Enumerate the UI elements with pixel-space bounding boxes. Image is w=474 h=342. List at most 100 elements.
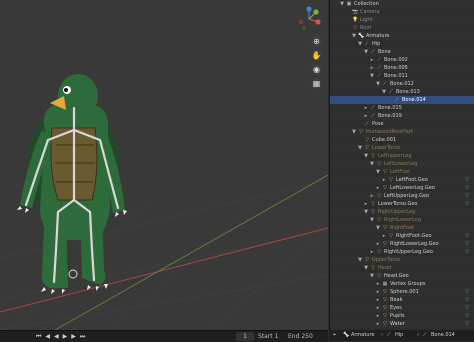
outliner-row[interactable]: ▸ ▽ RightFoot.Geo ▽ bbox=[330, 232, 474, 240]
expand-arrow-icon[interactable]: ▼ bbox=[357, 256, 363, 264]
outliner-row[interactable]: ▼ ▽ Head bbox=[330, 264, 474, 272]
modifier-icon[interactable]: ▽ bbox=[464, 233, 470, 239]
modifier-icon[interactable]: ▽ bbox=[464, 241, 470, 247]
outliner-row[interactable]: ▼ 🦴 Armature bbox=[330, 32, 474, 40]
outliner-row-selected[interactable]: ⟋ Bone.014 bbox=[330, 96, 474, 104]
grid-view-icon[interactable]: ▦ bbox=[311, 78, 322, 89]
expand-arrow-icon[interactable]: ▼ bbox=[375, 80, 381, 88]
outliner-row[interactable]: ▸ ⟋ Bone.019 bbox=[330, 112, 474, 120]
outliner-row[interactable]: ▸ ▽ LeftFoot.Geo ▽ bbox=[330, 176, 474, 184]
outliner-row[interactable]: ▼ ▽ LeftFoot bbox=[330, 168, 474, 176]
outliner-row[interactable]: ▼ ⟋ Bone bbox=[330, 48, 474, 56]
modifier-icon[interactable]: ▽ bbox=[464, 305, 470, 311]
status-hip[interactable]: Hip bbox=[395, 330, 403, 341]
expand-arrow-icon[interactable]: ▼ bbox=[375, 224, 381, 232]
expand-arrow-icon[interactable]: ▼ bbox=[357, 40, 363, 48]
outliner-panel[interactable]: ▼ ▣ Collection 📷 Camera 💡 Light ▽ Root ▼ 🦴 Armature… bbox=[329, 0, 474, 330]
outliner-row[interactable]: ▸ ▽ Sphere.001 ▽ bbox=[330, 288, 474, 296]
modifier-icon[interactable]: ▽ bbox=[464, 201, 470, 207]
expand-arrow-icon[interactable]: ▼ bbox=[375, 168, 381, 176]
outliner-row[interactable]: ⟋ Pose bbox=[330, 120, 474, 128]
outliner-row[interactable]: ▸ ▽ LeftLowerLeg.Geo ▽ bbox=[330, 184, 474, 192]
zoom-icon[interactable]: ⊕ bbox=[311, 36, 322, 47]
outliner-row[interactable]: ▸ ▽ Beak ▽ bbox=[330, 296, 474, 304]
outliner-row[interactable]: ▼ ▣ Collection bbox=[330, 0, 474, 8]
outliner-row[interactable]: 📷 Camera bbox=[330, 8, 474, 16]
outliner-row[interactable]: ▼ ▽ RightFoot bbox=[330, 224, 474, 232]
expand-arrow-icon[interactable]: ▼ bbox=[369, 216, 375, 224]
modifier-icon[interactable]: ▽ bbox=[464, 297, 470, 303]
outliner-row[interactable]: ▼ ▽ UpperTorso bbox=[330, 256, 474, 264]
expand-arrow-icon[interactable]: ▼ bbox=[363, 264, 369, 272]
expand-arrow-icon[interactable]: ▸ bbox=[369, 56, 375, 64]
outliner-row[interactable]: ▸ ▽ RightLowerLeg.Geo ▽ bbox=[330, 240, 474, 248]
outliner-row[interactable]: ▸ ▦ Vertex Groups bbox=[330, 280, 474, 288]
expand-arrow-icon[interactable]: ▼ bbox=[369, 272, 375, 280]
modifier-icon[interactable]: ▽ bbox=[464, 313, 470, 319]
expand-arrow-icon[interactable]: ▼ bbox=[339, 0, 345, 8]
modifier-icon[interactable]: ▽ bbox=[464, 321, 470, 327]
expand-arrow-icon[interactable]: ▸ bbox=[375, 288, 381, 296]
expand-arrow-icon[interactable]: ▸ bbox=[381, 176, 387, 184]
expand-arrow-icon[interactable]: ▸ bbox=[369, 248, 375, 256]
modifier-icon[interactable]: ▽ bbox=[464, 193, 470, 199]
expand-arrow-icon[interactable]: ▼ bbox=[369, 72, 375, 80]
expand-arrow-icon[interactable]: ▸ bbox=[369, 192, 375, 200]
play-reverse-icon[interactable]: ◀ bbox=[54, 331, 59, 342]
expand-arrow-icon[interactable]: ▼ bbox=[351, 32, 357, 40]
expand-arrow-icon[interactable]: ▸ bbox=[375, 320, 381, 328]
modifier-icon[interactable]: ▽ bbox=[464, 177, 470, 183]
camera-view-icon[interactable]: ◉ bbox=[311, 64, 322, 75]
expand-arrow-icon[interactable]: ▸ bbox=[363, 112, 369, 120]
outliner-row[interactable]: ▼ ▽ RightUpperLeg bbox=[330, 208, 474, 216]
outliner-row[interactable]: ▸ ▽ LowerTorso.Geo ▽ bbox=[330, 200, 474, 208]
expand-arrow-icon[interactable]: ▸ bbox=[369, 64, 375, 72]
outliner-row[interactable]: ▼ ▽ HumanoidRootPart bbox=[330, 128, 474, 136]
outliner-row[interactable]: ▼ ⟋ Hip bbox=[330, 40, 474, 48]
outliner-row[interactable]: ▼ ▽ RightLowerLeg bbox=[330, 216, 474, 224]
modifier-icon[interactable]: ▽ bbox=[464, 185, 470, 191]
outliner-row[interactable]: ▸ ▽ Pupils ▽ bbox=[330, 312, 474, 320]
expand-arrow-icon[interactable]: ▼ bbox=[351, 128, 357, 136]
expand-arrow-icon[interactable]: ▸ bbox=[375, 312, 381, 320]
jump-end-icon[interactable]: ⏭ bbox=[80, 331, 85, 342]
outliner-row[interactable]: ▸ ▽ Eyes ▽ bbox=[330, 304, 474, 312]
outliner-row[interactable]: ▼ ▽ Head.Geo bbox=[330, 272, 474, 280]
modifier-icon[interactable]: ▽ bbox=[464, 289, 470, 295]
outliner-row[interactable]: ▽ Root bbox=[330, 24, 474, 32]
outliner-row[interactable]: ▼ ⟋ Bone.012 bbox=[330, 80, 474, 88]
outliner-row[interactable]: ▸ ▽ RightUpperLeg.Geo ▽ bbox=[330, 248, 474, 256]
expand-arrow-icon[interactable]: ▸ bbox=[381, 232, 387, 240]
outliner-row[interactable]: ▼ ▽ LeftUpperLeg bbox=[330, 152, 474, 160]
play-icon[interactable]: ▶ bbox=[63, 331, 68, 342]
expand-arrow-icon[interactable]: ▸ bbox=[375, 304, 381, 312]
pan-hand-icon[interactable]: ✋ bbox=[311, 50, 322, 61]
step-back-icon[interactable]: ◀ bbox=[45, 331, 50, 342]
expand-arrow-icon[interactable]: ▸ bbox=[363, 104, 369, 112]
outliner-row[interactable]: ▽ Cube.001 bbox=[330, 136, 474, 144]
outliner-row[interactable]: ▸ ⟋ Bone.015 bbox=[330, 104, 474, 112]
status-armature[interactable]: Armature bbox=[351, 330, 374, 341]
expand-arrow-icon[interactable]: ▼ bbox=[369, 160, 375, 168]
current-frame-field[interactable]: 1 bbox=[236, 332, 254, 341]
status-bone[interactable]: Bone.014 bbox=[431, 330, 455, 341]
start-frame[interactable]: Start 1 bbox=[258, 331, 278, 342]
expand-arrow-icon[interactable]: ▸ bbox=[375, 240, 381, 248]
outliner-row[interactable]: ▼ ⟋ Bone.013 bbox=[330, 88, 474, 96]
expand-arrow-icon[interactable]: ▸ bbox=[375, 184, 381, 192]
turtle-character[interactable] bbox=[17, 74, 127, 294]
outliner-row[interactable]: ▼ ⟋ Bone.011 bbox=[330, 72, 474, 80]
outliner-row[interactable]: ▸ ▽ LeftUpperLeg.Geo ▽ bbox=[330, 192, 474, 200]
outliner-row[interactable]: 💡 Light bbox=[330, 16, 474, 24]
3d-viewport[interactable]: ⊕ ✋ ◉ ▦ bbox=[0, 0, 328, 330]
navigation-gizmo[interactable] bbox=[296, 6, 322, 32]
expand-arrow-icon[interactable]: ▼ bbox=[363, 208, 369, 216]
outliner-row[interactable]: ▸ ⟋ Bone.002 bbox=[330, 56, 474, 64]
modifier-icon[interactable]: ▽ bbox=[464, 249, 470, 255]
outliner-row[interactable]: ▼ ▽ LeftLowerLeg bbox=[330, 160, 474, 168]
outliner-row[interactable]: ▸ ⟋ Bone.005 bbox=[330, 64, 474, 72]
jump-start-icon[interactable]: ⏮ bbox=[36, 331, 41, 342]
expand-arrow-icon[interactable]: ▼ bbox=[363, 152, 369, 160]
expand-arrow-icon[interactable]: ▸ bbox=[363, 200, 369, 208]
expand-arrow-icon[interactable]: ▼ bbox=[357, 144, 363, 152]
